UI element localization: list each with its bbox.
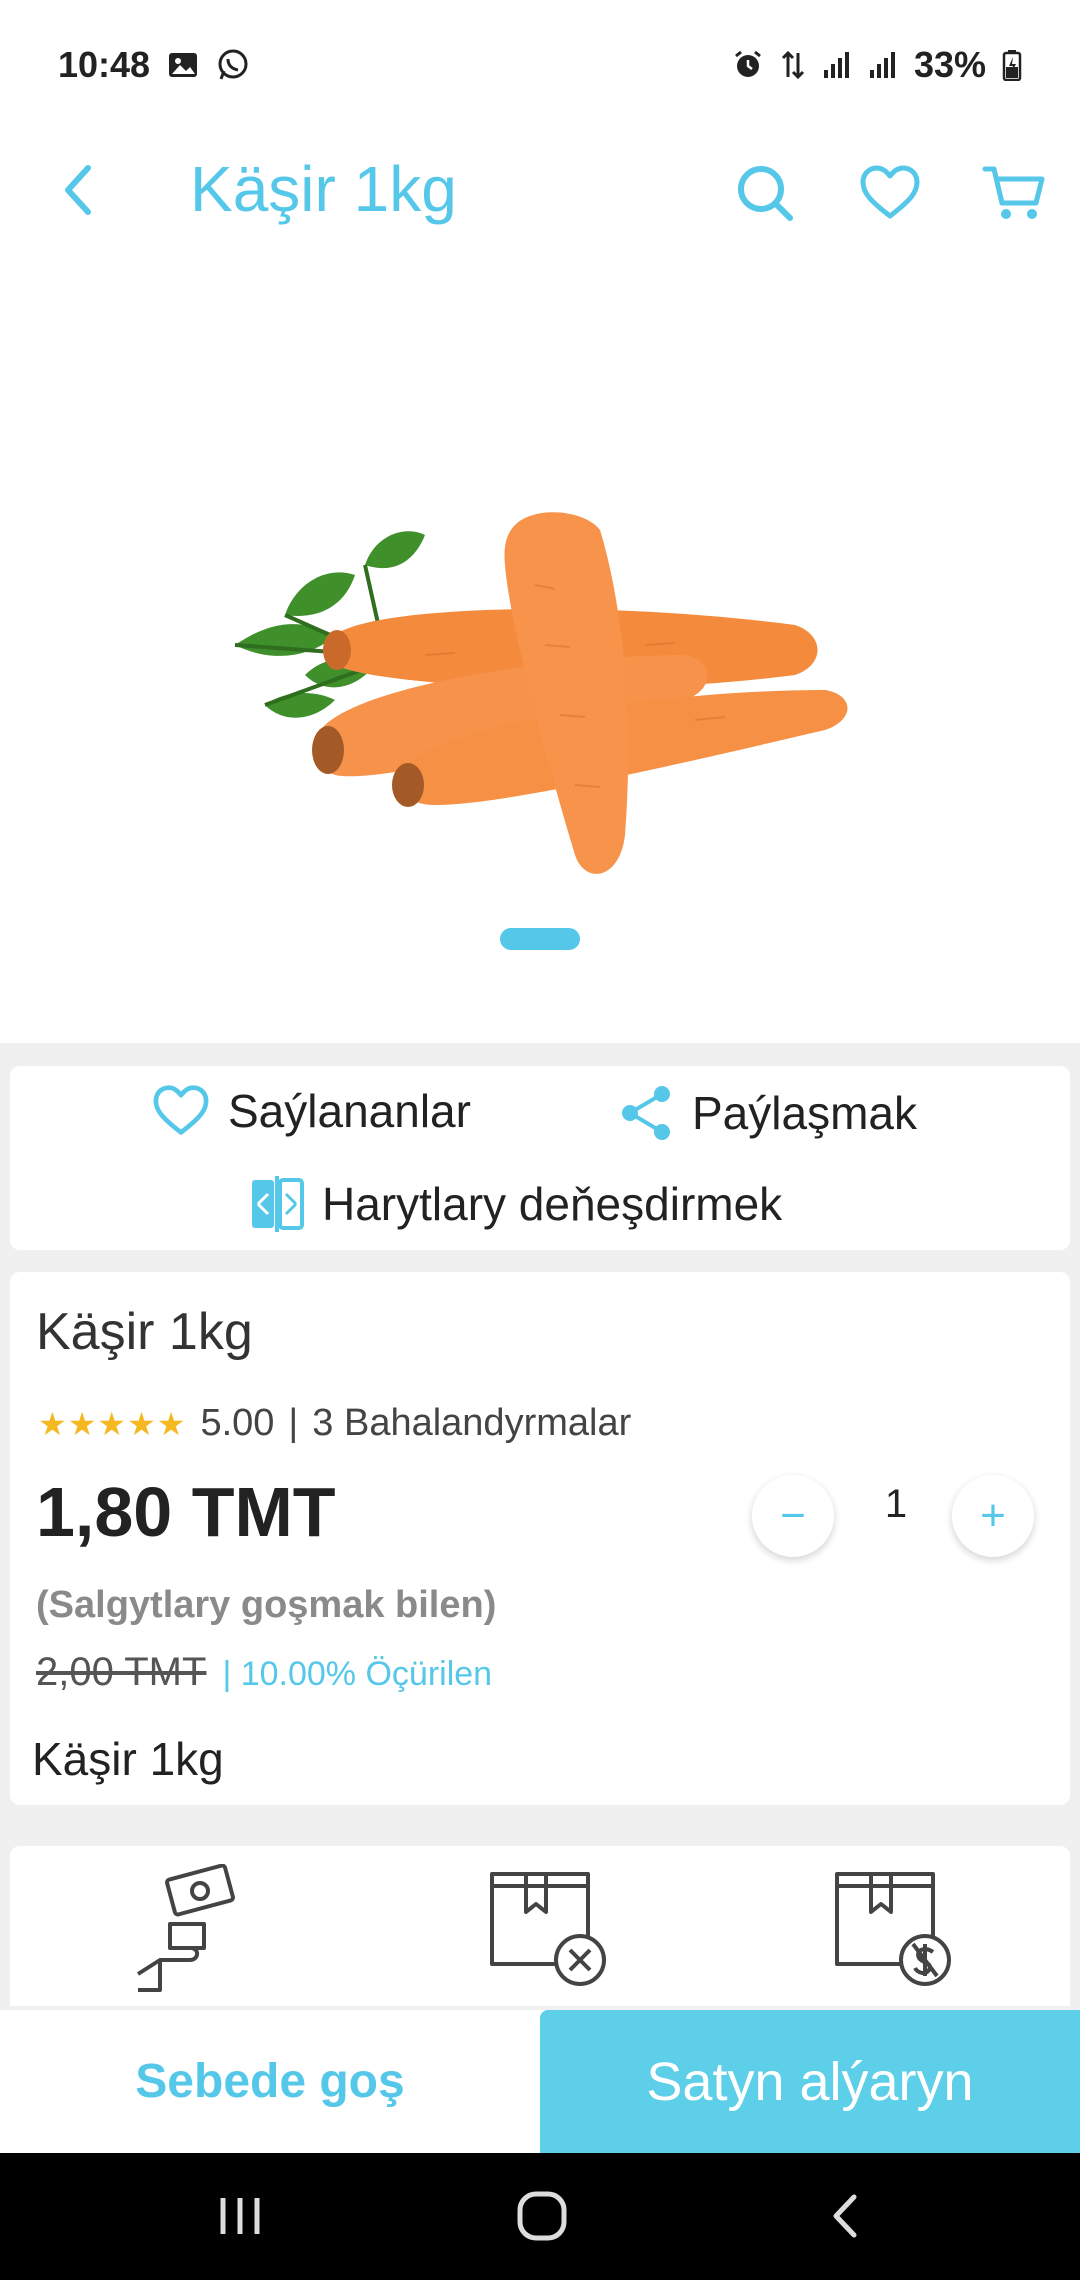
- search-icon: [738, 166, 793, 221]
- share-icon: [622, 1086, 670, 1140]
- back-arrow-icon: [65, 165, 91, 215]
- system-back-button[interactable]: [806, 2181, 886, 2251]
- search-button[interactable]: [730, 158, 800, 228]
- battery-percentage: 33%: [913, 44, 986, 85]
- product-price: 1,80 TMT: [36, 1473, 336, 1551]
- heart-icon: [153, 1085, 209, 1135]
- favorite-button[interactable]: [855, 158, 925, 228]
- buy-now-button[interactable]: Satyn alýaryn: [540, 2010, 1080, 2153]
- cart-icon: [982, 166, 1045, 219]
- system-nav-bar: [0, 2153, 1080, 2280]
- recent-apps-icon: [220, 2198, 260, 2234]
- reviews-count: 3 Bahalandyrmalar: [312, 1402, 632, 1444]
- page-title: Käşir 1kg: [190, 153, 457, 225]
- no-refund-box-icon: [835, 1872, 951, 1986]
- favorites-label: Saýlananlar: [228, 1085, 471, 1137]
- battery-icon: [1002, 49, 1022, 81]
- compare-label: Harytlary deňeşdirmek: [322, 1178, 783, 1230]
- rating-value: 5.00: [200, 1402, 275, 1444]
- home-icon: [517, 2191, 567, 2241]
- home-button[interactable]: [502, 2181, 582, 2251]
- add-to-favorites-button[interactable]: Saýlananlar: [152, 1084, 471, 1138]
- data-transfer-icon: [780, 49, 806, 81]
- product-info-card: Käşir 1kg ★★★★★ 5.00 | 3 Bahalandyrmalar…: [10, 1272, 1070, 1805]
- rating-row[interactable]: ★★★★★ 5.00 | 3 Bahalandyrmalar: [38, 1402, 631, 1445]
- quantity-increase-button[interactable]: +: [952, 1475, 1034, 1557]
- gallery-icon: [168, 51, 198, 79]
- add-to-cart-button[interactable]: Sebede goş: [0, 2010, 540, 2153]
- rating-separator: |: [288, 1402, 299, 1444]
- cart-button[interactable]: [980, 158, 1050, 228]
- product-gallery[interactable]: [0, 255, 1080, 1043]
- compare-products-button[interactable]: Harytlary deňeşdirmek: [250, 1174, 782, 1234]
- signal-icon: [822, 50, 852, 80]
- status-bar: 10:48 33%: [0, 0, 1080, 130]
- product-description: Käşir 1kg: [32, 1733, 224, 1785]
- compare-icon: [252, 1176, 304, 1232]
- product-actions-card: Saýlananlar Paýlaşmak Harytlary deňeşdir…: [10, 1066, 1070, 1250]
- cash-on-delivery-icon: [136, 1864, 235, 1992]
- share-button[interactable]: Paýlaşmak: [618, 1084, 917, 1142]
- product-title: Käşir 1kg: [36, 1303, 253, 1361]
- whatsapp-icon: [216, 48, 250, 82]
- discount-label: | 10.00% Öçürilen: [222, 1655, 493, 1693]
- old-price: 2,00 TMT: [36, 1650, 207, 1694]
- heart-icon: [860, 165, 920, 219]
- tax-note: (Salgytlary goşmak bilen): [36, 1584, 497, 1626]
- alarm-icon: [732, 49, 764, 81]
- status-time: 10:48: [58, 44, 151, 85]
- old-price-row: 2,00 TMT | 10.00% Öçürilen: [36, 1650, 492, 1695]
- back-button[interactable]: [48, 160, 108, 220]
- share-label: Paýlaşmak: [692, 1087, 917, 1139]
- gallery-pager-dot[interactable]: [500, 928, 580, 950]
- carrots-image: [234, 512, 848, 874]
- features-card: [10, 1846, 1070, 2006]
- signal-icon: [868, 50, 898, 80]
- app-bar: Käşir 1kg: [0, 130, 1080, 255]
- no-return-box-icon: [490, 1872, 606, 1986]
- quantity-value: 1: [884, 1482, 908, 1526]
- rating-stars: ★★★★★: [38, 1405, 187, 1442]
- quantity-decrease-button[interactable]: −: [752, 1475, 834, 1557]
- system-back-icon: [833, 2194, 857, 2238]
- bottom-action-bar: Sebede goş Satyn alýaryn: [0, 2010, 1080, 2153]
- recent-apps-button[interactable]: [200, 2181, 280, 2251]
